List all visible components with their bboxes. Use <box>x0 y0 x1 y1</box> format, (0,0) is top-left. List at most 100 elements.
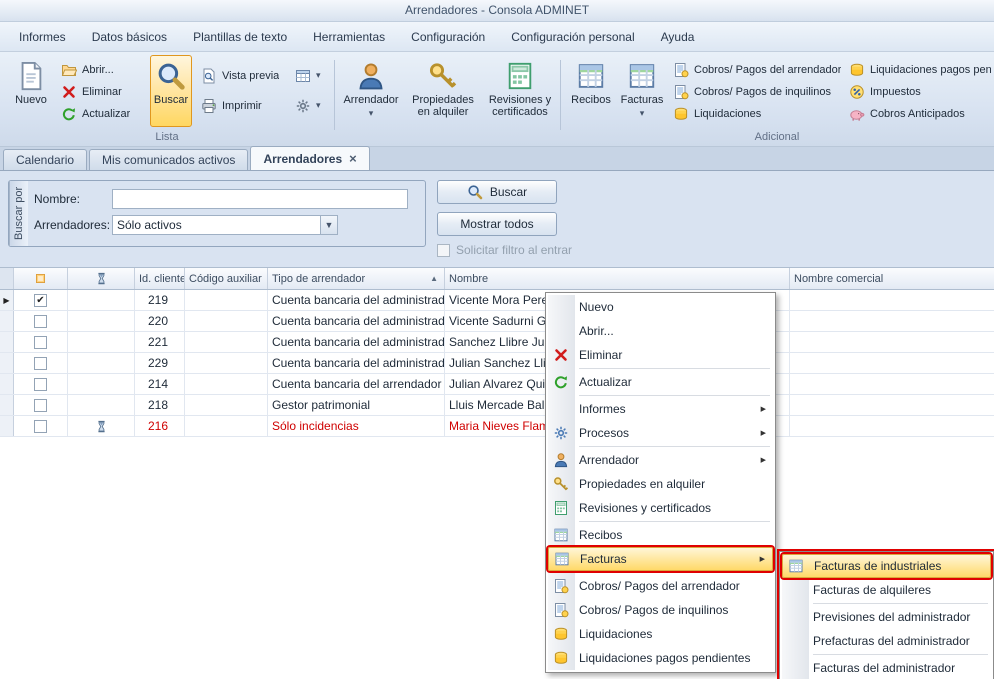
nombre-input[interactable] <box>112 189 408 209</box>
row-checkbox-cell[interactable] <box>14 416 68 436</box>
context-menu-item-liquidaciones[interactable]: Liquidaciones <box>548 622 773 646</box>
row-checkbox-cell[interactable] <box>14 311 68 331</box>
context-menu-item-nuevo[interactable]: Nuevo <box>548 295 773 319</box>
liquidaciones-button[interactable]: Liquidaciones <box>670 103 844 124</box>
context-menu-item-actualizar[interactable]: Actualizar <box>548 370 773 394</box>
arrendadores-select[interactable]: Sólo activos ▼ <box>112 215 338 235</box>
submenu-item-previsiones-del-administrador[interactable]: Previsiones del administrador <box>782 605 991 629</box>
revisiones-certificados-button[interactable]: Revisiones y certificados <box>484 55 556 127</box>
propiedades-en-alquiler-button[interactable]: Propiedades en alquiler <box>404 55 482 127</box>
grid-rows: ▶✔219Cuenta bancaria del administradorVi… <box>0 290 994 437</box>
row-checkbox[interactable] <box>34 399 47 412</box>
context-menu-item-cobros-pagos-de-inquilinos[interactable]: Cobros/ Pagos de inquilinos <box>548 598 773 622</box>
tab-close-icon[interactable]: × <box>349 154 357 164</box>
row-checkbox-cell[interactable]: ✔ <box>14 290 68 310</box>
submenu-item-facturas-de-industriales[interactable]: Facturas de industriales <box>782 554 991 578</box>
settings-dropdown[interactable]: ▾ <box>292 95 328 116</box>
context-menu-item-abrir[interactable]: Abrir... <box>548 319 773 343</box>
submenu-item-prefacturas-del-administrador[interactable]: Prefacturas del administrador <box>782 629 991 653</box>
tab-label: Arrendadores <box>263 152 342 166</box>
recibos-button[interactable]: Recibos <box>568 55 614 127</box>
table-row[interactable]: 221Cuenta bancaria del administradorSanc… <box>0 332 994 353</box>
row-checkbox[interactable] <box>34 357 47 370</box>
tab-arrendadores[interactable]: Arrendadores × <box>250 146 369 170</box>
column-header-tipo-arrendador[interactable]: Tipo de arrendador ▲ <box>268 268 445 289</box>
row-checkbox[interactable] <box>34 378 47 391</box>
context-menu-item-cobros-pagos-del-arrendador[interactable]: Cobros/ Pagos del arrendador <box>548 574 773 598</box>
context-menu-item-informes[interactable]: Informes▶ <box>548 397 773 421</box>
facturas-button[interactable]: Facturas ▾ <box>618 55 666 127</box>
cobros-anticipados-button[interactable]: Cobros Anticipados <box>846 103 994 124</box>
row-checkbox-cell[interactable] <box>14 353 68 373</box>
menu-item-label: Informes <box>571 402 761 416</box>
table-row[interactable]: 229Cuenta bancaria del administradorJuli… <box>0 353 994 374</box>
column-header-id-cliente[interactable]: Id. cliente <box>135 268 185 289</box>
table-row[interactable]: 214Cuenta bancaria del arrendadorJulian … <box>0 374 994 395</box>
buscar-por-vertical-tab[interactable]: Buscar por <box>9 181 28 246</box>
tab-calendario[interactable]: Calendario <box>3 149 87 170</box>
impuestos-button[interactable]: Impuestos <box>846 81 994 102</box>
buscar-button-ribbon[interactable]: Buscar <box>150 55 192 127</box>
context-menu-item-eliminar[interactable]: Eliminar <box>548 343 773 367</box>
row-checkbox[interactable] <box>34 315 47 328</box>
buscar-button[interactable]: Buscar <box>437 180 557 204</box>
row-checkbox-cell[interactable] <box>14 374 68 394</box>
menu-icon-placeholder <box>551 299 571 315</box>
submenu-item-facturas-del-administrador[interactable]: Facturas del administrador <box>782 656 991 679</box>
context-menu-item-propiedades-en-alquiler[interactable]: Propiedades en alquiler <box>548 472 773 496</box>
actualizar-button[interactable]: Actualizar <box>58 103 150 124</box>
arrendador-button[interactable]: Arrendador ▾ <box>342 55 400 127</box>
row-checkbox[interactable]: ✔ <box>34 294 47 307</box>
column-header-status[interactable] <box>68 268 135 289</box>
vista-previa-button[interactable]: Vista previa <box>198 65 286 86</box>
eliminar-button[interactable]: Eliminar <box>58 81 150 102</box>
menu-separator <box>579 521 770 522</box>
tab-mis-comunicados-activos[interactable]: Mis comunicados activos <box>89 149 248 170</box>
menubar-item-herramientas[interactable]: Herramientas <box>300 25 398 49</box>
table-row[interactable]: ▶✔219Cuenta bancaria del administradorVi… <box>0 290 994 311</box>
key-icon <box>428 61 458 91</box>
table-row[interactable]: 220Cuenta bancaria del administradorVice… <box>0 311 994 332</box>
chevron-down-icon: ▾ <box>316 100 321 111</box>
titlebar[interactable]: Arrendadores - Consola ADMINET <box>0 0 994 22</box>
column-header-nombre-comercial[interactable]: Nombre comercial <box>790 268 994 289</box>
row-indicator <box>0 395 14 415</box>
solicitar-filtro-checkbox[interactable] <box>437 244 450 257</box>
context-menu-item-procesos[interactable]: Procesos▶ <box>548 421 773 445</box>
mostrar-todos-button[interactable]: Mostrar todos <box>437 212 557 236</box>
context-menu-item-arrendador[interactable]: Arrendador▶ <box>548 448 773 472</box>
context-menu-item-recibos[interactable]: Recibos <box>548 523 773 547</box>
abrir-button[interactable]: Abrir... <box>58 59 150 80</box>
submenu-item-facturas-de-alquileres[interactable]: Facturas de alquileres <box>782 578 991 602</box>
column-header-nombre[interactable]: Nombre <box>445 268 790 289</box>
liquidaciones-pagos-pendientes-button[interactable]: Liquidaciones pagos pendientes <box>846 59 994 80</box>
menubar-item-plantillas-de-texto[interactable]: Plantillas de texto <box>180 25 300 49</box>
row-indicator <box>0 374 14 394</box>
menubar-item-ayuda[interactable]: Ayuda <box>648 25 708 49</box>
imprimir-button[interactable]: Imprimir <box>198 95 286 116</box>
table-row[interactable]: 216Sólo incidenciasMaria Nieves Flamer <box>0 416 994 437</box>
context-menu-item-facturas[interactable]: Facturas▶ <box>548 547 773 571</box>
row-checkbox-cell[interactable] <box>14 395 68 415</box>
dropdown-arrow-icon[interactable]: ▼ <box>320 216 337 234</box>
cell-id-cliente: 218 <box>135 395 185 415</box>
search-panel: Buscar por Nombre: Arrendadores: Sólo ac… <box>0 171 994 267</box>
row-checkbox[interactable] <box>34 420 47 433</box>
menubar-item-informes[interactable]: Informes <box>6 25 79 49</box>
context-menu-item-revisiones-y-certificados[interactable]: Revisiones y certificados <box>548 496 773 520</box>
context-menu-item-liquidaciones-pagos-pendientes[interactable]: Liquidaciones pagos pendientes <box>548 646 773 670</box>
table-row[interactable]: 218Gestor patrimonialLluis Mercade Balle… <box>0 395 994 416</box>
column-header-codigo-auxiliar[interactable]: Código auxiliar <box>185 268 268 289</box>
list-view-dropdown[interactable]: ▾ <box>292 65 328 86</box>
row-checkbox[interactable] <box>34 336 47 349</box>
column-header-select[interactable] <box>14 268 68 289</box>
piggy-bank-icon <box>849 106 865 122</box>
menubar-item-configuracion[interactable]: Configuración <box>398 25 498 49</box>
menubar-item-datos-basicos[interactable]: Datos básicos <box>79 25 180 49</box>
menubar-item-configuracion-personal[interactable]: Configuración personal <box>498 25 647 49</box>
cobros-pagos-inquilinos-button[interactable]: Cobros/ Pagos de inquilinos <box>670 81 844 102</box>
person-icon <box>356 61 386 91</box>
cobros-pagos-arrendador-button[interactable]: Cobros/ Pagos del arrendador <box>670 59 844 80</box>
nuevo-button[interactable]: Nuevo <box>8 55 54 127</box>
row-checkbox-cell[interactable] <box>14 332 68 352</box>
